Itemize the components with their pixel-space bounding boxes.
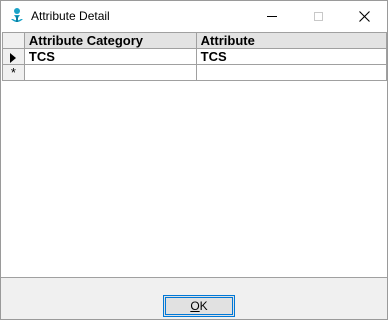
new-row-header[interactable]: * [2, 64, 25, 81]
close-icon [358, 10, 370, 22]
window-title: Attribute Detail [31, 9, 110, 23]
new-row[interactable]: * [2, 64, 388, 81]
title-bar[interactable]: Attribute Detail [1, 1, 387, 31]
close-button[interactable] [341, 1, 387, 31]
minimize-icon [267, 15, 277, 17]
table-row[interactable]: TCS TCS [2, 48, 388, 65]
column-header-attribute-category[interactable]: Attribute Category [23, 32, 197, 49]
row-header-corner[interactable] [2, 32, 25, 49]
new-attribute-cell[interactable] [195, 64, 388, 81]
new-row-asterisk-icon: * [10, 65, 16, 80]
ok-label-rest: K [199, 299, 208, 313]
current-row-arrow-icon [10, 52, 17, 63]
header-row: Attribute Category Attribute [2, 32, 388, 49]
attribute-table: Attribute Category Attribute TCS TCS * [2, 32, 388, 81]
new-attribute-category-cell[interactable] [23, 64, 197, 81]
attribute-detail-window: Attribute Detail Attribute Category Attr… [0, 0, 388, 320]
minimize-button[interactable] [249, 1, 295, 31]
attribute-grid[interactable]: Attribute Category Attribute TCS TCS * [1, 31, 388, 278]
maximize-icon [313, 11, 323, 21]
attribute-cell[interactable]: TCS [195, 48, 388, 65]
app-icon [9, 7, 25, 25]
ok-button[interactable]: OK [163, 295, 235, 317]
ok-mnemonic: O [190, 299, 200, 313]
column-header-attribute[interactable]: Attribute [195, 32, 388, 49]
row-header[interactable] [2, 48, 25, 65]
ok-button-focus-frame: OK [165, 297, 233, 315]
maximize-button[interactable] [295, 1, 341, 31]
attribute-category-cell[interactable]: TCS [23, 48, 197, 65]
